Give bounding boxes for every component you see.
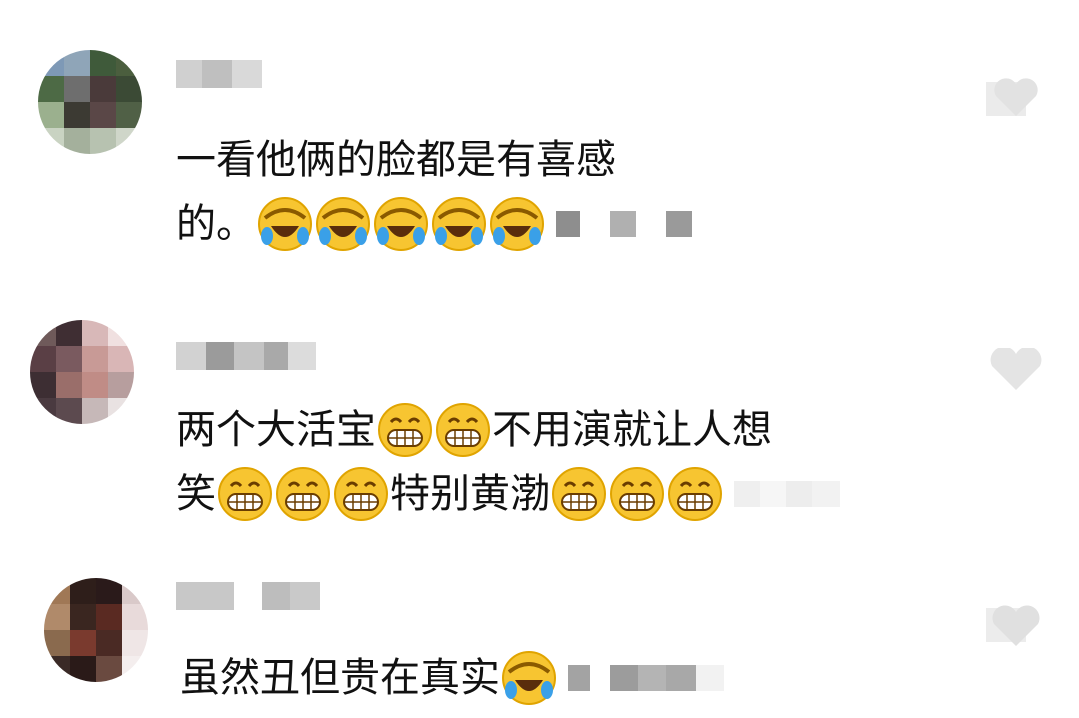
laughing-tears-emoji-icon xyxy=(315,196,371,252)
comment-text: 一看他俩的脸都是有喜感 的。 xyxy=(176,128,692,256)
grin-emoji-icon xyxy=(377,402,433,458)
laughing-tears-emoji-icon xyxy=(431,196,487,252)
comment-text-segment: 特别黄渤 xyxy=(390,471,550,517)
comment-meta-blurred xyxy=(734,481,840,507)
heart-icon xyxy=(986,78,1038,116)
username-blurred[interactable] xyxy=(176,60,262,88)
comment-text-segment: 两个大活宝 xyxy=(176,407,376,453)
laughing-tears-emoji-icon xyxy=(373,196,429,252)
comment-text-segment: 一看他俩的脸都是有喜感 xyxy=(176,137,616,183)
comment-line: 笑 特别黄渤 xyxy=(176,462,840,526)
comment-text-segment: 的。 xyxy=(176,201,256,247)
grin-emoji-icon xyxy=(275,466,331,522)
comment-text-segment: 不用演就让人想 xyxy=(492,407,772,453)
comment-line: 两个大活宝 不用演就让人想 xyxy=(176,398,840,462)
grin-emoji-icon xyxy=(609,466,665,522)
grin-emoji-icon xyxy=(551,466,607,522)
comment-2: 两个大活宝 不用演就让人想 笑 特别黄渤 xyxy=(0,300,1079,560)
comment-line: 一看他俩的脸都是有喜感 xyxy=(176,128,692,192)
comment-meta-blurred xyxy=(568,665,724,691)
grin-emoji-icon xyxy=(435,402,491,458)
comment-text-segment: 虽然丑但贵在真实 xyxy=(180,655,500,701)
comment-text: 两个大活宝 不用演就让人想 笑 特别黄渤 xyxy=(176,398,840,526)
laughing-tears-emoji-icon xyxy=(501,650,557,706)
comment-text: 虽然丑但贵在真实 xyxy=(180,646,724,710)
like-button[interactable] xyxy=(986,348,1046,392)
avatar[interactable] xyxy=(30,320,134,424)
laughing-tears-emoji-icon xyxy=(257,196,313,252)
username-blurred[interactable] xyxy=(176,342,316,370)
grin-emoji-icon xyxy=(217,466,273,522)
avatar[interactable] xyxy=(38,50,142,154)
comment-text-segment: 笑 xyxy=(176,471,216,517)
grin-emoji-icon xyxy=(333,466,389,522)
comment-meta-blurred xyxy=(556,211,692,237)
comment-1: 一看他俩的脸都是有喜感 的。 xyxy=(0,0,1079,290)
comment-3: 虽然丑但贵在真实 xyxy=(0,570,1079,718)
heart-icon xyxy=(986,605,1040,646)
grin-emoji-icon xyxy=(667,466,723,522)
comment-line: 虽然丑但贵在真实 xyxy=(180,646,724,710)
like-button[interactable] xyxy=(986,604,1046,648)
heart-icon xyxy=(990,348,1042,390)
like-button[interactable] xyxy=(986,76,1046,120)
comment-line: 的。 xyxy=(176,192,692,256)
laughing-tears-emoji-icon xyxy=(489,196,545,252)
username-blurred[interactable] xyxy=(176,582,320,610)
avatar[interactable] xyxy=(44,578,148,682)
